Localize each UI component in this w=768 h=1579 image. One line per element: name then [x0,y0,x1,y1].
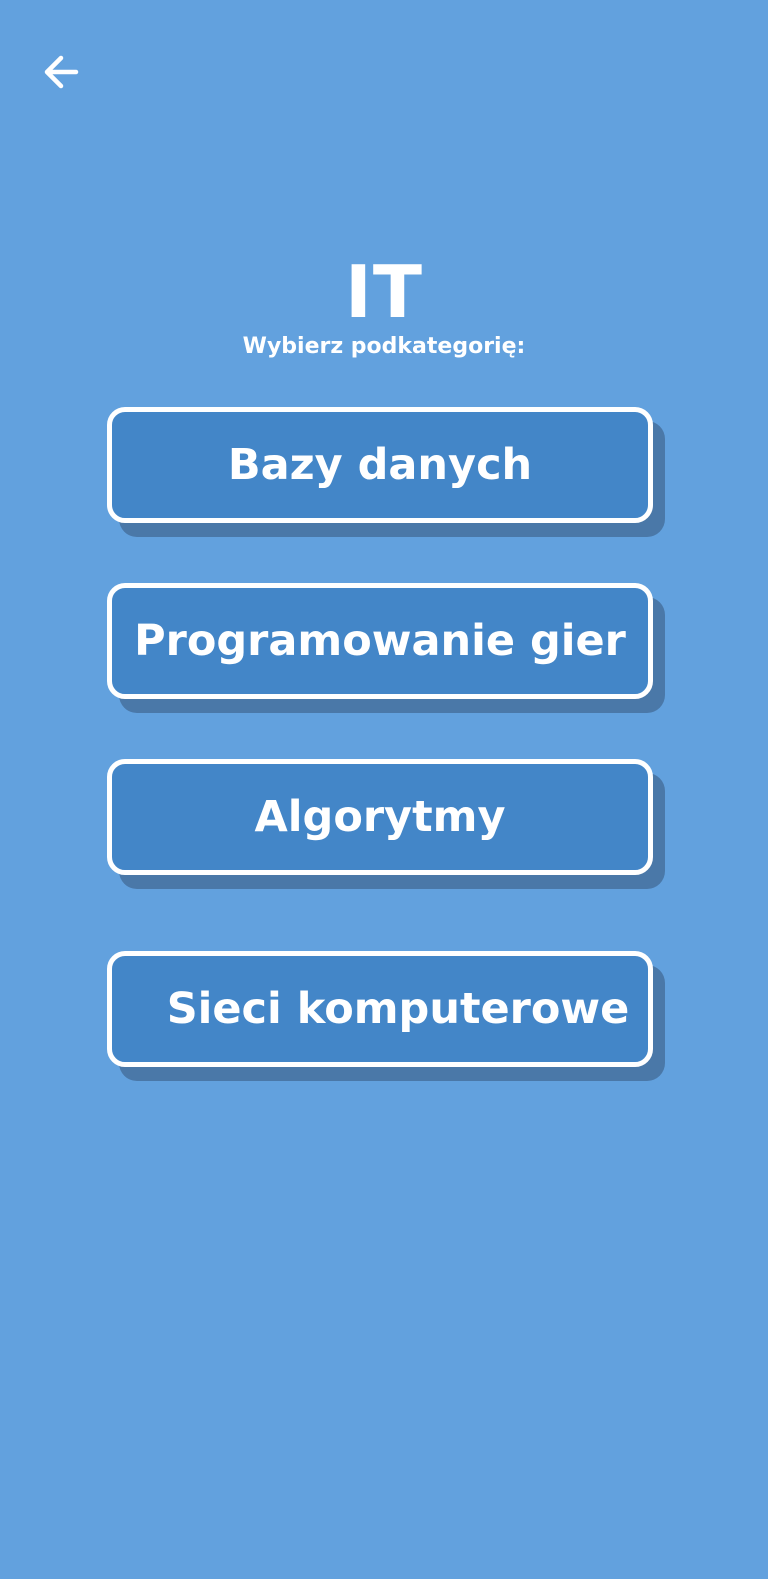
category-button-sieci-komputerowe[interactable]: Sieci komputerowe [107,951,653,1067]
page-subtitle: Wybierz podkategorię: [242,334,526,359]
category-button-programowanie-gier[interactable]: Programowanie gier [107,583,653,699]
category-label: Sieci komputerowe [166,984,630,1034]
page-title: IT [345,250,423,334]
category-label: Programowanie gier [134,616,626,666]
category-button-algorytmy[interactable]: Algorytmy [107,759,653,875]
category-label: Bazy danych [227,440,533,490]
arrow-left-icon [42,52,82,92]
category-label: Algorytmy [254,792,506,842]
category-button-bazy-danych[interactable]: Bazy danych [107,407,653,523]
back-button[interactable] [34,44,90,100]
